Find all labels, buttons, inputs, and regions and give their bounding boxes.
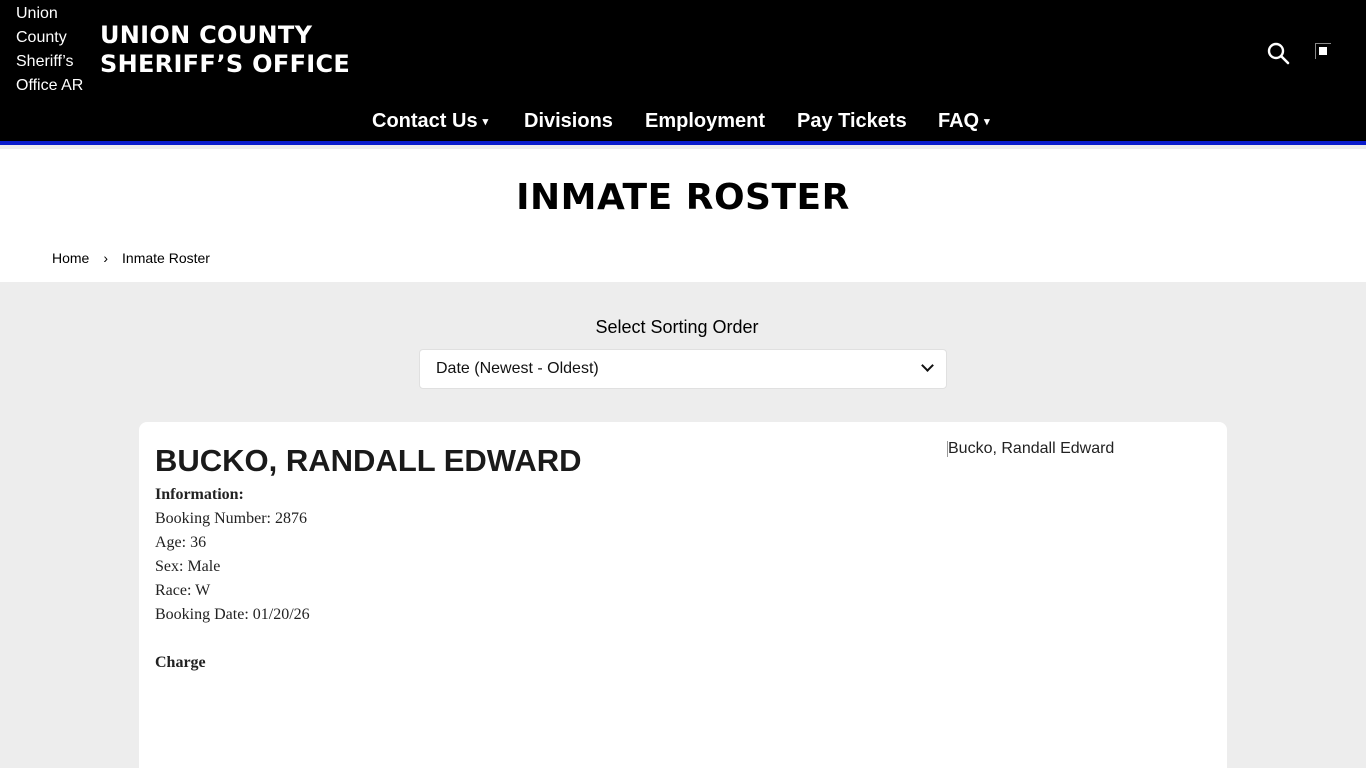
inmate-photo-alt-text: Bucko, Randall Edward: [948, 440, 1115, 457]
nav-employment-label: Employment: [645, 110, 766, 132]
sort-order-selected: Date (Newest - Oldest): [436, 360, 599, 377]
nav-divisions[interactable]: Divisions: [524, 108, 613, 134]
site-brand[interactable]: UNION COUNTY SHERIFF’S OFFICE: [100, 21, 350, 79]
page-title: INMATE ROSTER: [516, 177, 850, 218]
inmate-race: Race: W: [155, 582, 211, 599]
chevron-down-icon: [921, 359, 934, 372]
charge-heading: Charge: [155, 654, 206, 671]
breadcrumb-separator: ›: [103, 250, 109, 266]
inmate-photo: Bucko, Randall Edward: [947, 438, 1114, 460]
nav-faq-label: FAQ: [938, 110, 980, 132]
search-icon: [1267, 42, 1290, 65]
nav-contact-us-label: Contact Us: [372, 110, 478, 132]
inmate-age: Age: 36: [155, 534, 207, 551]
sort-order-label: Select Sorting Order: [595, 317, 759, 337]
breadcrumb-current: Inmate Roster: [122, 250, 210, 266]
booking-number: Booking Number: 2876: [155, 510, 307, 527]
inmate-name: BUCKO, RANDALL EDWARD: [155, 443, 582, 478]
information-heading: Information:: [155, 486, 244, 503]
inmate-information: Information: Booking Number: 2876 Age: 3…: [155, 483, 310, 627]
site-logo[interactable]: Union County Sheriff’s Office AR: [16, 2, 96, 98]
sort-order-select[interactable]: Date (Newest - Oldest): [419, 349, 947, 389]
brand-line-1: UNION COUNTY: [100, 21, 313, 49]
inmate-sex: Sex: Male: [155, 558, 221, 575]
logo-alt-text: Union County Sheriff’s Office AR: [16, 5, 84, 94]
nav-employment[interactable]: Employment: [645, 108, 765, 134]
broken-image-icon[interactable]: [1315, 43, 1331, 59]
chevron-down-icon: ▾: [984, 116, 990, 128]
nav-contact-us[interactable]: Contact Us ▾: [372, 108, 488, 137]
breadcrumb: Home › Inmate Roster: [52, 249, 210, 267]
nav-pay-tickets[interactable]: Pay Tickets: [797, 108, 907, 134]
chevron-down-icon: ▾: [482, 116, 489, 128]
nav-divisions-label: Divisions: [524, 110, 613, 132]
search-button[interactable]: [1266, 41, 1290, 65]
booking-date: Booking Date: 01/20/26: [155, 606, 310, 623]
brand-line-2: SHERIFF’S OFFICE: [100, 50, 351, 78]
breadcrumb-home-link[interactable]: Home: [52, 249, 89, 267]
nav-pay-tickets-label: Pay Tickets: [797, 110, 907, 132]
nav-faq[interactable]: FAQ ▾: [938, 108, 990, 137]
